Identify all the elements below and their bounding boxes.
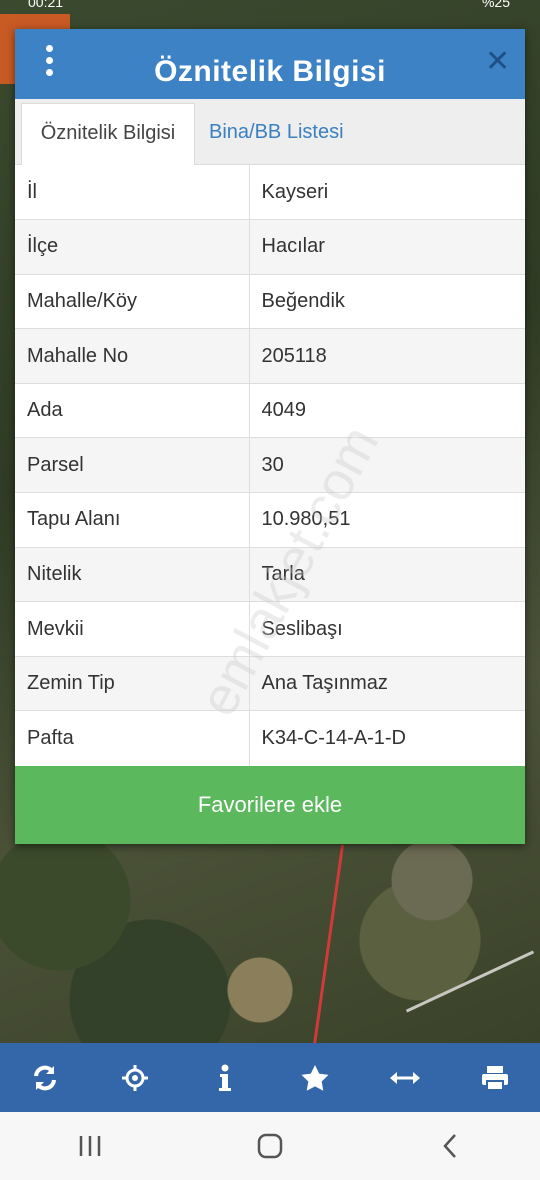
table-row: Zemin Tip Ana Taşınmaz	[15, 655, 525, 711]
attribute-key: Pafta	[15, 710, 250, 766]
attribute-value: 30	[249, 437, 525, 493]
attribute-value: K34-C-14-A-1-D	[249, 710, 525, 766]
refresh-icon[interactable]	[25, 1058, 65, 1098]
attribute-value: Seslibaşı	[249, 601, 525, 657]
back-icon[interactable]	[430, 1126, 470, 1166]
attribute-value: Kayseri	[261, 180, 329, 203]
attribute-key: Zemin Tip	[15, 655, 250, 711]
close-icon[interactable]: ✕	[485, 47, 510, 77]
print-icon[interactable]	[475, 1058, 515, 1098]
attribute-key: Ada	[15, 382, 250, 438]
status-bar: 00:21 %25	[0, 0, 540, 12]
recents-icon[interactable]	[70, 1126, 110, 1166]
attribute-value: 205118	[249, 328, 525, 384]
table-row: Mahalle/Köy Beğendik	[15, 273, 525, 329]
status-time: 00:21	[28, 0, 64, 10]
attribute-value: 4049	[249, 382, 525, 438]
system-nav-bar	[0, 1112, 540, 1180]
add-favorite-button[interactable]: Favorilere ekle	[15, 765, 525, 844]
table-row: Mevkii Seslibaşı	[15, 601, 525, 657]
table-row: Parsel 30	[15, 437, 525, 493]
attribute-value: Hacılar	[249, 219, 525, 275]
attribute-key: İl	[15, 165, 250, 220]
attribute-key: Parsel	[15, 437, 250, 493]
table-row: Tapu Alanı 10.980,51	[15, 492, 525, 548]
dialog-title: Öznitelik Bilgisi	[154, 55, 386, 88]
attribute-value: Ana Taşınmaz	[249, 655, 525, 711]
attribute-key: Mahalle/Köy	[15, 273, 250, 329]
attribute-value: Beğendik	[249, 273, 525, 329]
dialog-header: Öznitelik Bilgisi ✕	[15, 29, 525, 99]
table-row: Mahalle No 205118	[15, 328, 525, 384]
attribute-key: Mevkii	[15, 601, 250, 657]
status-battery: %25	[481, 0, 510, 10]
tab-bar: Öznitelik Bilgisi Bina/BB Listesi	[15, 99, 525, 165]
parcel-boundary	[225, 845, 345, 1045]
table-row: Nitelik Tarla	[15, 546, 525, 602]
measure-icon[interactable]	[385, 1058, 425, 1098]
attribute-value: 10.980,51	[249, 492, 525, 548]
map-road	[405, 950, 535, 1013]
attribute-key: Nitelik	[15, 546, 250, 602]
bottom-toolbar	[0, 1043, 540, 1112]
table-row: Pafta K34-C-14-A-1-D	[15, 710, 525, 766]
star-icon[interactable]	[295, 1058, 335, 1098]
attribute-value: Tarla	[249, 546, 525, 602]
table-row: Ada 4049	[15, 382, 525, 438]
tab-building-list[interactable]: Bina/BB Listesi	[209, 103, 344, 165]
attribute-key: Mahalle No	[15, 328, 250, 384]
table-row: İlçe Hacılar	[15, 219, 525, 275]
attribute-key: İlçe	[15, 219, 250, 275]
attribute-table: İl Kayseri İlçe Hacılar Mahalle/Köy Beğendik M…	[15, 165, 525, 766]
locate-icon[interactable]	[115, 1058, 155, 1098]
attribute-dialog: Öznitelik Bilgisi ✕ Öznitelik Bilgisi Bi…	[15, 29, 525, 844]
attribute-key: Tapu Alanı	[15, 492, 250, 548]
home-icon[interactable]	[250, 1126, 290, 1166]
info-icon[interactable]	[205, 1058, 245, 1098]
table-row: İl Kayseri	[15, 165, 525, 220]
tab-attributes[interactable]: Öznitelik Bilgisi	[21, 103, 195, 165]
